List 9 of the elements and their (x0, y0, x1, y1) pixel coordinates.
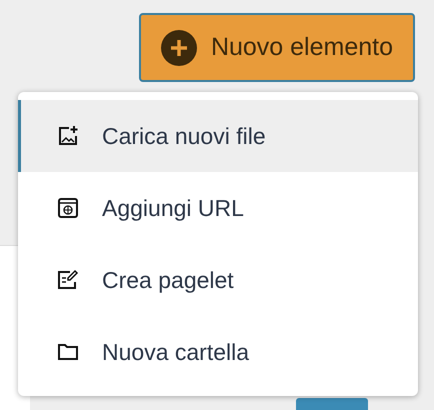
menu-item[interactable]: Crea pagelet (18, 244, 418, 316)
menu-item[interactable]: Carica nuovi file (18, 100, 418, 172)
new-item-button[interactable]: Nuovo elemento (138, 13, 415, 82)
image-add-icon (56, 124, 80, 148)
menu-item[interactable]: Aggiungi URL (18, 172, 418, 244)
edit-document-icon (56, 268, 80, 292)
browser-globe-icon (56, 196, 80, 220)
menu-item[interactable]: Nuova cartella (18, 316, 418, 388)
plus-circle-icon (160, 30, 197, 66)
